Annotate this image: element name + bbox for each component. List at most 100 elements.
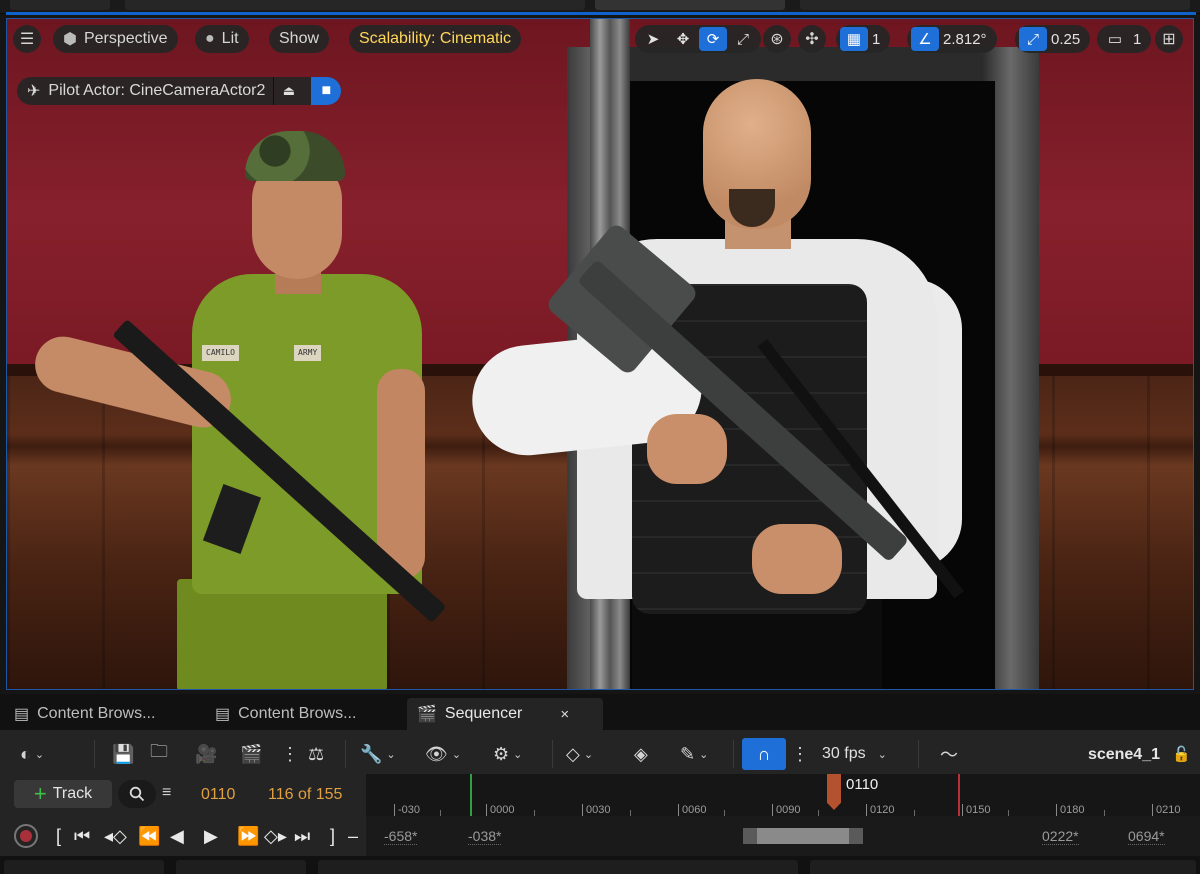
camera-speed-group: ▭ 1 <box>1097 25 1152 53</box>
search-button[interactable] <box>118 780 156 808</box>
surface-snap-button[interactable]: ✣ <box>798 25 826 53</box>
curve-editor-button[interactable]: 〜 <box>940 738 958 770</box>
ruler-tick: 0210 <box>1152 804 1180 816</box>
tab-label: Sequencer <box>444 705 523 722</box>
current-frame-field[interactable]: 0110 <box>201 786 235 804</box>
grid-snap-icon[interactable]: ▦ <box>840 27 868 51</box>
tab-content-browser-1[interactable]: ▤ Content Brows... <box>4 698 165 730</box>
snap-options-button[interactable]: ⋮ <box>791 738 809 770</box>
next-key-button[interactable]: ◇▸ <box>264 825 287 847</box>
save-button[interactable]: 💾 <box>112 738 134 770</box>
play-button[interactable]: ▶ <box>204 825 218 847</box>
playback-options-button[interactable]: ⚙ ⌄ <box>493 738 522 770</box>
working-end-field[interactable]: 0222* <box>1042 828 1079 845</box>
bottom-tab-segment[interactable] <box>4 860 164 874</box>
scale-snap-icon[interactable]: ⤢ <box>1019 27 1047 51</box>
top-tab-segment[interactable] <box>10 0 110 10</box>
more-options-button[interactable]: ⋮ <box>281 738 299 770</box>
view-mode-button[interactable]: ⬢ Perspective <box>53 25 178 53</box>
kebab-menu-icon: ⋮ <box>281 743 299 764</box>
playhead[interactable] <box>827 774 841 810</box>
camera-icon[interactable]: ▭ <box>1101 27 1129 51</box>
jump-to-end-button[interactable]: ⏭ <box>294 825 310 847</box>
view-end-field[interactable]: 0694* <box>1128 828 1165 845</box>
rotation-snap-icon[interactable]: ∠ <box>911 27 939 51</box>
pilot-actor-bar: ✈ Pilot Actor: CineCameraActor2 ⏏ ■ <box>17 77 342 105</box>
playback-start-marker[interactable] <box>470 774 472 816</box>
lock-button[interactable]: 🔓 <box>1172 738 1191 770</box>
filter-button[interactable]: ≡ <box>162 784 182 804</box>
add-track-button[interactable]: + Track <box>14 780 112 808</box>
tools-menu-button[interactable]: 🔧 ⌄ <box>360 738 396 770</box>
bracket-end-icon: ] <box>330 825 336 846</box>
bottom-tab-segment[interactable] <box>176 860 306 874</box>
view-mode-label: Perspective <box>83 30 168 47</box>
grid-size-value[interactable]: 1 <box>870 31 886 48</box>
scale-icon[interactable]: ⤢ <box>729 27 757 51</box>
prev-key-button[interactable]: ◂◇ <box>104 825 127 847</box>
tab-sequencer[interactable]: 🎬 Sequencer × <box>407 698 603 730</box>
show-flags-button[interactable]: Show <box>269 25 330 53</box>
lighting-mode-button[interactable]: ● Lit <box>195 25 249 53</box>
layout-grid-icon: ⊞ <box>1162 31 1176 48</box>
coordinate-space-button[interactable]: ⊛ <box>763 25 791 53</box>
panel-tab-bar: ▤ Content Brows... ▤ Content Brows... 🎬 … <box>0 694 1200 730</box>
scale-snap-value[interactable]: 0.25 <box>1049 31 1086 48</box>
play-reverse-button[interactable]: ◀ <box>170 825 184 847</box>
record-button[interactable] <box>14 824 38 848</box>
view-options-button[interactable]: 👁 ⌄ <box>425 738 461 770</box>
toolbar-divider <box>918 740 919 768</box>
scalability-button[interactable]: Scalability: Cinematic <box>349 25 522 53</box>
viewport-layout-button[interactable]: ⊞ <box>1155 25 1183 53</box>
shirt-name-tag: CAMILO <box>202 345 239 361</box>
eye-icon: 👁 <box>425 743 448 764</box>
rotation-snap-value[interactable]: 2.812° <box>941 31 993 48</box>
timeline-scrollbar[interactable] <box>743 828 863 844</box>
eject-icon[interactable]: ⏏ <box>273 77 303 105</box>
playback-end-marker[interactable] <box>958 774 960 816</box>
shirt-army-tag: ARMY <box>294 345 322 361</box>
window-top-strip <box>0 0 1200 15</box>
sequencer-toolbar: ◐ ⌄ 💾 🗀 🎥 🎬 ⋮ ⚖ 🔧 ⌄ 👁 ⌄ ⚙ ⌄ ◇ ⌄ ◈ ✎ ⌄ ∩ ⋮ 30 f… <box>0 732 1200 774</box>
add-key-button[interactable]: ◈ <box>634 738 648 770</box>
jump-to-start-button[interactable]: ⏮ <box>74 825 90 847</box>
globe-axes-icon: ⊛ <box>770 31 784 48</box>
top-tab-segment[interactable] <box>595 0 785 10</box>
bottom-tab-segment[interactable] <box>810 860 1196 874</box>
find-in-browser-button[interactable]: 🗀 <box>150 738 168 770</box>
bottom-tab-segment[interactable] <box>318 860 798 874</box>
level-viewport[interactable]: CAMILO ARMY ☰ ⬢ Perspective ● Lit Show S… <box>6 18 1194 690</box>
view-start-field[interactable]: -658* <box>384 828 418 845</box>
render-movie-button[interactable]: 🎥 <box>195 738 217 770</box>
timeline[interactable]: -030 0000 0030 0060 0090 0120 0150 0180 … <box>366 774 1200 856</box>
select-arrow-icon[interactable]: ➤ <box>639 27 667 51</box>
frame-rate-dropdown[interactable]: 30 fps ⌄ <box>822 738 887 770</box>
clapperboard-button[interactable]: 🎬 <box>240 738 262 770</box>
set-end-button[interactable]: ] <box>330 825 335 847</box>
world-menu-button[interactable]: ◐ ⌄ <box>20 738 44 770</box>
next-frame-button[interactable]: ⏩ <box>237 825 259 847</box>
tab-content-browser-2[interactable]: ▤ Content Brows... <box>205 698 366 730</box>
set-start-button[interactable]: [ <box>56 825 61 847</box>
actions-button[interactable]: ⚖ <box>308 738 324 770</box>
toolbar-divider <box>552 740 553 768</box>
ruler-tick: 0030 <box>582 804 610 816</box>
viewport-menu-button[interactable]: ☰ <box>13 25 41 53</box>
close-icon[interactable]: × <box>560 706 569 723</box>
top-tab-segment[interactable] <box>125 0 585 10</box>
translate-icon[interactable]: ✥ <box>669 27 697 51</box>
plus-icon: + <box>33 781 47 806</box>
frame-counter: 116 of 155 <box>268 786 343 803</box>
prev-frame-button[interactable]: ⏪ <box>138 825 160 847</box>
key-options-button[interactable]: ◇ ⌄ <box>566 738 593 770</box>
time-ruler[interactable]: -030 0000 0030 0060 0090 0120 0150 0180 … <box>366 774 1200 816</box>
working-start-field[interactable]: -038* <box>468 828 502 845</box>
snap-toggle-button[interactable]: ∩ <box>742 738 786 770</box>
tab-label: Content Brows... <box>238 705 357 722</box>
rotate-icon[interactable]: ⟳ <box>699 27 727 51</box>
pilot-camera-icon[interactable]: ■ <box>311 77 342 105</box>
top-tab-segment[interactable] <box>800 0 1190 10</box>
camera-speed-value[interactable]: 1 <box>1131 31 1147 48</box>
edit-mode-button[interactable]: ✎ ⌄ <box>680 738 708 770</box>
loop-mode-button[interactable]: – <box>348 825 358 847</box>
